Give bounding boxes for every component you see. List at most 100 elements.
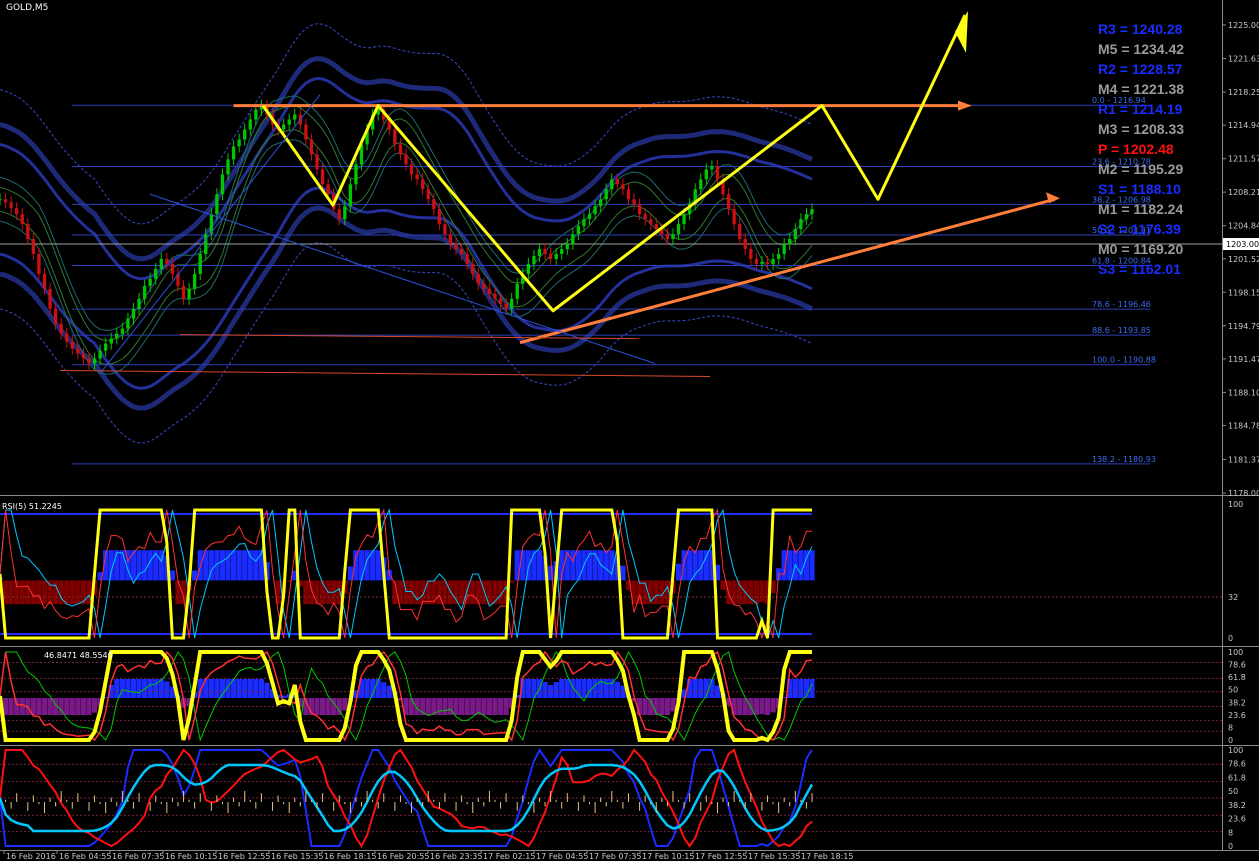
rsi-histogram	[809, 550, 815, 581]
candle-body	[348, 184, 353, 207]
pivot-level-label: M1 = 1182.24	[1098, 201, 1183, 217]
candle-body	[765, 261, 770, 264]
candle-body	[715, 166, 720, 180]
rsi-histogram	[425, 580, 431, 605]
candle-body	[109, 338, 113, 344]
stochastic-histogram	[375, 679, 381, 698]
oscillator-panel	[0, 748, 1222, 848]
candle-body	[170, 263, 175, 274]
rsi-histogram	[80, 580, 87, 605]
time-tick-label: 17 Feb 04:55	[536, 852, 588, 861]
rsi-histogram	[242, 550, 248, 581]
candle-body	[571, 234, 575, 245]
price-tick-label: 1184.78	[1228, 421, 1259, 430]
stochastic-histogram	[147, 679, 153, 698]
rsi-histogram	[753, 580, 759, 605]
rsi-histogram	[153, 550, 159, 581]
rsi-histogram	[142, 550, 148, 581]
time-tick-label: 16 Feb 04:55	[59, 852, 111, 861]
rsi-histogram	[620, 565, 626, 581]
stochastic-histogram	[592, 679, 598, 698]
candle-body	[181, 285, 186, 299]
oscillator-axis-label: 61.8	[1228, 773, 1246, 782]
candle-body	[454, 244, 458, 250]
time-tick-label: 16 Feb 07:35	[112, 852, 164, 861]
candle-body	[710, 166, 714, 170]
rsi-histogram	[308, 580, 315, 605]
bollinger-band	[0, 105, 813, 341]
candle-body	[459, 249, 464, 254]
rsi-histogram	[253, 550, 259, 581]
rsi-histogram	[53, 580, 59, 605]
candle-body	[42, 273, 47, 289]
candle-body	[53, 308, 58, 324]
rsi-histogram	[8, 580, 14, 605]
candle-body	[498, 298, 503, 304]
rsi-histogram	[798, 550, 804, 581]
candle-body	[15, 208, 19, 215]
stochastic-axis-label: 23.6	[1228, 711, 1246, 720]
rsi-histogram	[219, 550, 226, 581]
candle-body	[198, 253, 202, 274]
time-tick-label: 16 Feb 10:15	[165, 852, 217, 861]
candle-body	[231, 146, 236, 160]
candle-body	[793, 229, 797, 240]
stochastic-histogram	[91, 698, 98, 713]
candle-body	[582, 219, 586, 227]
pivot-level-label: M2 = 1195.29	[1098, 161, 1183, 177]
candle-body	[610, 179, 614, 190]
candle-body	[510, 298, 514, 309]
candle-body	[159, 258, 163, 269]
candle-body	[515, 283, 519, 299]
stochastic-histogram	[219, 679, 226, 698]
rsi-histogram	[703, 550, 709, 581]
pivot-level-label: R3 = 1240.28	[1098, 21, 1183, 37]
candle-body	[154, 268, 158, 279]
stochastic-histogram	[125, 679, 131, 698]
stochastic-histogram	[153, 679, 159, 698]
rsi-histogram	[303, 580, 309, 605]
candle-body	[799, 219, 803, 230]
fib-level-label: 88.6 - 1193.85	[1092, 326, 1151, 335]
rsi-histogram	[536, 550, 543, 581]
candle-body	[676, 224, 681, 235]
rsi-histogram	[687, 550, 693, 581]
stochastic-axis-label: 0	[1228, 736, 1233, 745]
rsi-histogram	[175, 580, 181, 605]
envelope-band	[0, 186, 813, 390]
pivot-level-label: R2 = 1228.57	[1098, 61, 1183, 77]
candle-body	[215, 194, 219, 215]
candle-body	[76, 348, 80, 354]
candle-body	[37, 253, 41, 274]
stochastic-histogram	[692, 679, 698, 698]
time-axis: 16 Feb 2016 16 Feb 04:55 16 Feb 07:35 16 Fe…	[3, 850, 853, 861]
candle-body	[226, 159, 230, 175]
candle-body	[654, 224, 658, 230]
oscillator-axis-label: 50	[1228, 787, 1238, 796]
candle-body	[309, 139, 314, 155]
candle-body	[48, 288, 52, 309]
candle-body	[304, 124, 308, 140]
candle-body	[126, 318, 130, 329]
stochastic-histogram	[214, 679, 220, 698]
candle-body	[599, 199, 603, 207]
support-line	[519, 197, 1056, 345]
rsi-histogram	[720, 580, 726, 590]
candle-body	[393, 129, 397, 145]
candle-body	[804, 214, 809, 220]
stochastic-axis: 100 78.6 61.8 50 38.2 23.6 8 0	[1228, 648, 1246, 745]
candle-body	[409, 164, 414, 175]
candle-body	[426, 189, 430, 200]
rsi-label: RSI(5) 51.2245	[2, 502, 62, 511]
oscillator-axis-label: 0	[1228, 842, 1233, 851]
candle-body	[243, 129, 247, 140]
envelope-band	[0, 242, 813, 444]
stochastic-axis-label: 38.2	[1228, 698, 1246, 707]
projection-arrowhead	[955, 10, 968, 53]
stochastic-histogram	[264, 682, 270, 698]
candle-body	[437, 209, 442, 225]
rsi-histogram	[358, 550, 365, 581]
rsi-histogram	[114, 550, 120, 581]
pivot-level-label: S2 = 1176.39	[1098, 221, 1181, 237]
rsi-histogram	[737, 580, 743, 605]
